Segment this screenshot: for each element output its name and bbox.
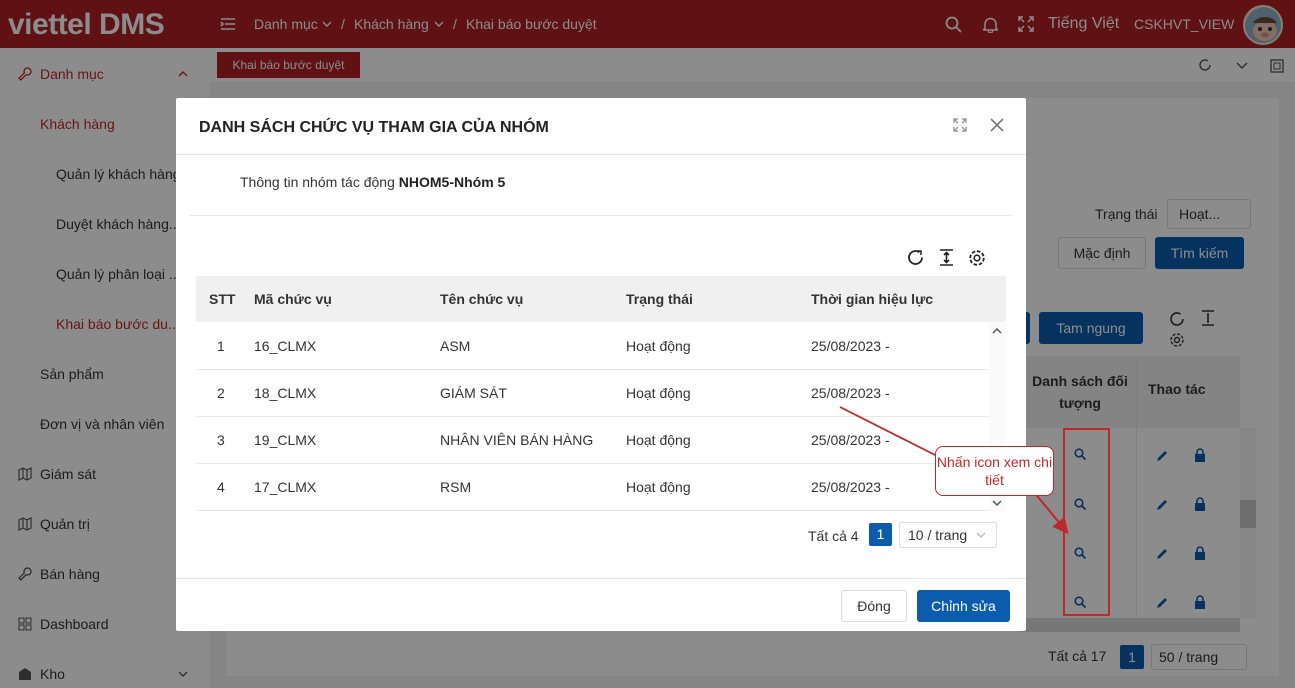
cell-status: Hoạt động <box>626 338 691 354</box>
cell-stt: 3 <box>217 432 225 448</box>
col-code: Mã chức vụ <box>254 291 332 307</box>
modal-info-divider <box>190 215 1012 216</box>
col-name: Tên chức vụ <box>440 291 524 307</box>
modal-header-divider <box>176 154 1026 155</box>
cell-name: NHÂN VIÊN BÁN HÀNG <box>440 432 594 448</box>
cell-effective: 25/08/2023 - <box>811 338 890 354</box>
cell-name: GIÁM SÁT <box>440 385 507 401</box>
maximize-icon[interactable] <box>953 118 967 132</box>
table-row[interactable]: 1 16_CLMX ASM Hoạt động 25/08/2023 - <box>196 323 989 370</box>
modal-footer-divider <box>176 578 1026 579</box>
column-height-icon[interactable] <box>938 249 955 266</box>
cell-code: 17_CLMX <box>254 479 317 495</box>
modal-title: DANH SÁCH CHỨC VỤ THAM GIA CỦA NHÓM <box>199 119 549 136</box>
cell-name: RSM <box>440 479 472 495</box>
annotation-callout: Nhấn icon xem chi tiết <box>935 446 1054 496</box>
cell-code: 18_CLMX <box>254 385 317 401</box>
cell-status: Hoạt động <box>626 432 691 448</box>
modal-table-header: STT Mã chức vụ Tên chức vụ Trạng thái Th… <box>196 276 989 322</box>
edit-button[interactable]: Chỉnh sửa <box>917 590 1010 622</box>
table-header-scroll-spacer <box>989 276 1006 322</box>
scroll-up-icon[interactable] <box>992 327 1002 335</box>
cell-code: 19_CLMX <box>254 432 317 448</box>
cell-stt: 2 <box>217 385 225 401</box>
gear-icon[interactable] <box>968 249 986 267</box>
close-icon[interactable] <box>990 118 1004 132</box>
cell-status: Hoạt động <box>626 385 691 401</box>
col-status: Trạng thái <box>626 291 693 307</box>
close-button[interactable]: Đóng <box>841 590 907 622</box>
cell-name: ASM <box>440 338 471 354</box>
group-info-value: NHOM5-Nhóm 5 <box>398 174 506 190</box>
cell-stt: 4 <box>217 479 225 495</box>
group-info-label: Thông tin nhóm tác động <box>240 174 395 190</box>
refresh-icon[interactable] <box>907 249 924 266</box>
cell-stt: 1 <box>217 338 225 354</box>
group-info: Thông tin nhóm tác động NHOM5-Nhóm 5 <box>240 173 505 191</box>
col-effective: Thời gian hiệu lực <box>811 291 933 307</box>
cell-code: 16_CLMX <box>254 338 317 354</box>
col-stt: STT <box>209 291 236 307</box>
cell-status: Hoạt động <box>626 479 691 495</box>
